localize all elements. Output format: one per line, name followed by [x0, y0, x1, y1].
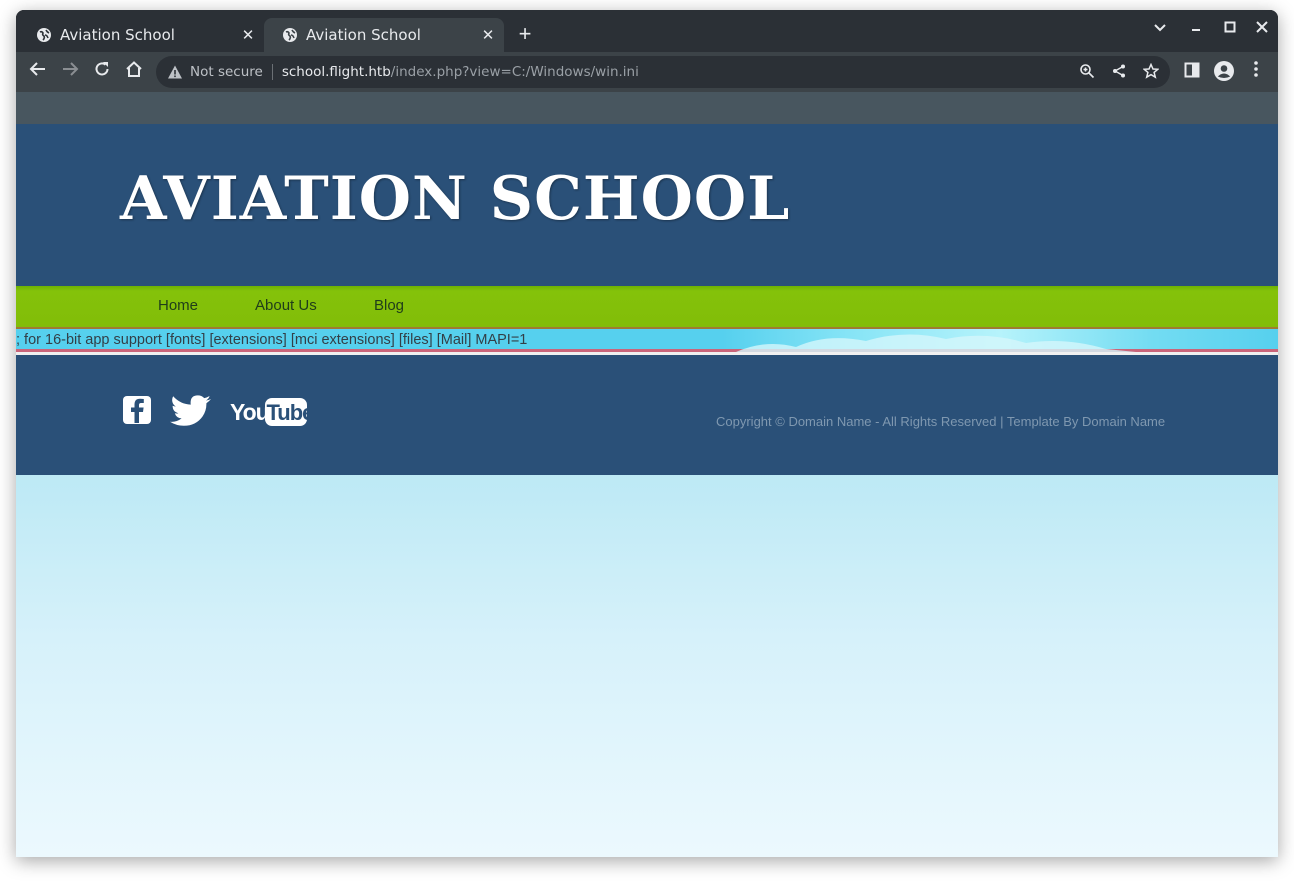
- nav-about-us[interactable]: About Us: [255, 297, 317, 314]
- site-header: AVIATION SCHOOL: [16, 124, 1278, 286]
- site-logo[interactable]: AVIATION SCHOOL: [120, 164, 790, 234]
- copyright-text: Copyright © Domain Name - All Rights Res…: [716, 414, 1166, 429]
- url-path: /index.php?view=C:/Windows/win.ini: [390, 64, 639, 80]
- svg-text:Tube: Tube: [267, 400, 311, 425]
- new-tab-button[interactable]: +: [514, 23, 536, 45]
- svg-text:You: You: [230, 399, 269, 425]
- browser-toolbar: Not secure school.flight.htb/index.php?v…: [16, 52, 1278, 92]
- arrow-left-icon[interactable]: [26, 60, 50, 84]
- maximize-icon[interactable]: [1220, 20, 1240, 39]
- bookmarks-bar: [16, 92, 1278, 125]
- url-host: school.flight.htb: [281, 64, 391, 80]
- cloud-graphic: [736, 334, 1136, 352]
- globe-icon: [283, 28, 297, 42]
- web-page: AVIATION SCHOOL Home About Us Blog ; for…: [16, 124, 1278, 857]
- main-nav: Home About Us Blog: [16, 286, 1278, 329]
- share-icon[interactable]: [1110, 63, 1128, 81]
- kebab-menu-icon[interactable]: [1244, 60, 1268, 84]
- star-icon[interactable]: [1142, 62, 1160, 81]
- close-window-icon[interactable]: [1252, 20, 1272, 39]
- omnibox-divider: [271, 64, 273, 80]
- tab-title: Aviation School: [60, 26, 175, 44]
- tab-search-chevron-icon[interactable]: [1150, 20, 1170, 39]
- minimize-icon[interactable]: [1186, 20, 1206, 39]
- tab-strip: Aviation School ✕ Aviation School ✕ +: [16, 10, 1278, 52]
- browser-window: Aviation School ✕ Aviation School ✕ + No…: [16, 10, 1278, 857]
- reload-icon[interactable]: [90, 60, 114, 84]
- close-tab-icon[interactable]: ✕: [238, 26, 258, 44]
- tab-title: Aviation School: [306, 26, 421, 44]
- home-icon[interactable]: [122, 60, 146, 84]
- side-panel-icon[interactable]: [1180, 60, 1204, 84]
- included-file-text: ; for 16-bit app support [fonts] [extens…: [16, 332, 528, 348]
- twitter-icon[interactable]: [170, 395, 212, 432]
- banner-strip: ; for 16-bit app support [fonts] [extens…: [16, 329, 1278, 356]
- arrow-right-icon[interactable]: [58, 60, 82, 84]
- facebook-icon[interactable]: [122, 395, 152, 430]
- globe-icon: [37, 28, 51, 42]
- nav-home[interactable]: Home: [158, 297, 198, 314]
- nav-blog[interactable]: Blog: [374, 297, 404, 314]
- site-footer: You Tube Copyright © Domain Name - All R…: [16, 355, 1278, 475]
- security-label[interactable]: Not secure: [190, 64, 263, 80]
- profile-icon[interactable]: [1212, 60, 1236, 84]
- youtube-icon[interactable]: You Tube: [230, 395, 315, 432]
- zoom-icon[interactable]: [1078, 63, 1096, 81]
- warning-icon: [168, 65, 182, 79]
- tab-aviation-school-1[interactable]: Aviation School ✕: [18, 18, 264, 52]
- close-tab-icon[interactable]: ✕: [478, 26, 498, 44]
- tab-aviation-school-2[interactable]: Aviation School ✕: [264, 18, 504, 52]
- address-bar[interactable]: Not secure school.flight.htb/index.php?v…: [156, 56, 1170, 88]
